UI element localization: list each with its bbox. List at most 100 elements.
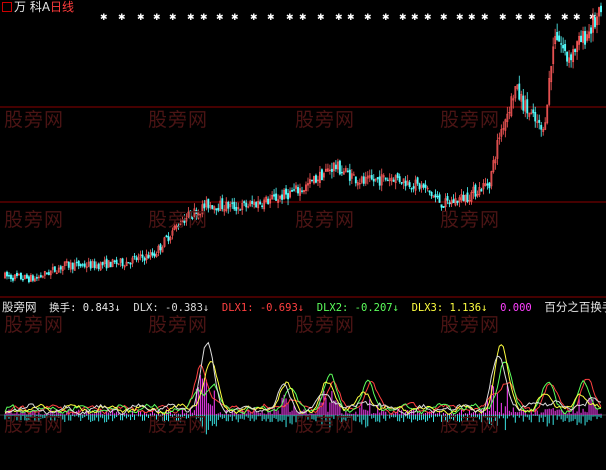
stock-name: 万 科A: [14, 0, 51, 14]
candle-body: [89, 261, 92, 269]
candle-body: [231, 202, 234, 204]
candle-body: [570, 54, 573, 61]
candle-body: [235, 206, 238, 211]
candle-body: [392, 179, 395, 182]
star-marker: ✱: [250, 13, 258, 23]
candle-body: [297, 187, 299, 194]
candle-body: [141, 254, 144, 258]
candle-body: [261, 205, 264, 208]
candle-body: [93, 261, 96, 269]
candle-body: [562, 45, 565, 49]
candle-body: [334, 164, 337, 170]
candle-body: [151, 252, 154, 256]
candle-body: [466, 192, 469, 202]
indicator-item: DLX: -0.383↓: [133, 302, 210, 314]
star-marker: ✱: [561, 13, 569, 23]
candle-body: [147, 255, 150, 259]
candle-body: [105, 258, 108, 269]
candle-body: [6, 271, 8, 277]
candle-body: [10, 274, 12, 280]
watermark: 股旁网: [440, 109, 501, 131]
candle-body: [211, 205, 214, 210]
star-marker: ✱: [216, 13, 224, 23]
window-box-icon[interactable]: [2, 2, 12, 12]
candle-body: [79, 264, 82, 267]
indicator-item: DLX3: 1.136↓: [411, 302, 488, 314]
candle-body: [580, 35, 583, 43]
candle-body: [566, 51, 569, 62]
candle-body: [25, 274, 28, 279]
indicator-legend: 股旁网 换手: 0.843↓, DLX: -0.383↓, DLX1: -0.6…: [2, 300, 606, 315]
candle-body: [418, 183, 421, 190]
candle-body: [396, 173, 399, 178]
candle-body: [59, 266, 62, 270]
candle-body: [518, 83, 521, 100]
indicator-item: DLX2: -0.207↓: [316, 302, 399, 314]
period-label[interactable]: 日线: [50, 0, 74, 14]
candle-body: [71, 262, 74, 270]
candle-body: [143, 257, 146, 261]
watermark: 股旁网: [148, 209, 209, 231]
candle-body: [398, 176, 401, 182]
star-marker: ✱: [137, 13, 145, 23]
candle-body: [301, 190, 303, 192]
candle-body: [338, 160, 341, 175]
candle-body: [39, 275, 42, 278]
candle-body: [372, 178, 375, 182]
candle-body: [21, 278, 24, 281]
watermark: 股旁网: [295, 109, 356, 131]
candle-body: [452, 199, 455, 204]
candle-body: [16, 272, 18, 277]
star-marker: ✱: [528, 13, 536, 23]
star-marker: ✱: [399, 13, 407, 23]
candle-body: [129, 262, 132, 265]
candle-body: [422, 183, 425, 188]
candle-body: [574, 49, 577, 52]
candle-body: [273, 194, 276, 197]
star-marker: ✱: [317, 13, 325, 23]
star-marker: ✱: [153, 13, 161, 23]
watermark: 股旁网: [4, 109, 65, 131]
candle-body: [167, 236, 170, 242]
star-marker: ✱: [424, 13, 432, 23]
candle-body: [488, 182, 491, 189]
candle-body: [362, 176, 365, 184]
candle-body: [8, 274, 10, 277]
watermark: 股旁网: [295, 414, 356, 436]
candle-body: [245, 202, 248, 208]
candle-body: [378, 176, 381, 186]
candle-body: [410, 188, 413, 190]
star-marker: ✱: [382, 13, 390, 23]
star-marker: ✱: [573, 13, 581, 23]
candle-body: [354, 176, 357, 184]
candle-body: [590, 27, 592, 34]
candle-body: [311, 179, 313, 182]
candle-body: [121, 258, 124, 267]
star-marker: ✱: [499, 13, 507, 23]
candle-body: [430, 191, 433, 197]
watermark: 股旁网: [148, 414, 209, 436]
candle-body: [438, 194, 441, 203]
candle-body: [285, 188, 288, 195]
indicator-suffix: 百分之百换手价:: [544, 300, 606, 314]
star-marker: ✱: [267, 13, 275, 23]
candle-body: [594, 17, 596, 28]
candle-body: [428, 190, 431, 193]
star-marker: ✱: [440, 13, 448, 23]
candle-body: [227, 202, 230, 209]
candle-body: [291, 190, 293, 192]
candle-body: [534, 112, 537, 122]
candle-body: [315, 175, 317, 183]
candle-body: [386, 179, 389, 182]
candle-body: [133, 255, 136, 258]
candle-body: [53, 266, 56, 272]
star-marker: ✱: [187, 13, 195, 23]
watermark: 股旁网: [148, 109, 209, 131]
candle-body: [233, 201, 236, 210]
candle-body: [97, 263, 100, 270]
candle-body: [83, 263, 86, 267]
star-marker: ✱: [468, 13, 476, 23]
candle-body: [446, 196, 449, 201]
candle-body: [113, 260, 116, 263]
candle-body: [436, 195, 439, 198]
